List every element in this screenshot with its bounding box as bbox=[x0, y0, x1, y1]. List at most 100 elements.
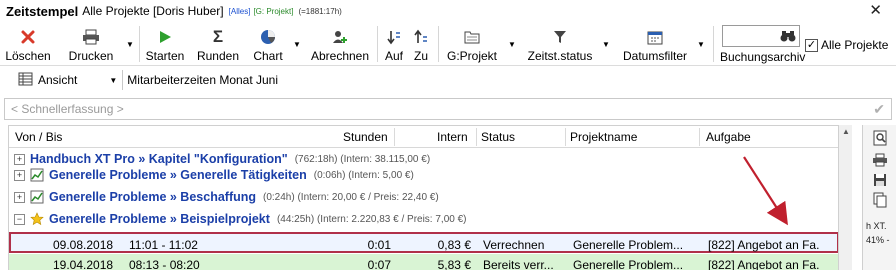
folder-icon bbox=[462, 27, 482, 47]
group-project-label: G:Projekt bbox=[446, 49, 497, 63]
entry-project: Generelle Problem... bbox=[573, 258, 684, 270]
view-dropdown-icon[interactable]: ▼ bbox=[109, 76, 117, 85]
entry-status: Bereits verr... bbox=[483, 258, 554, 270]
column-header-aufgabe[interactable]: Aufgabe bbox=[706, 130, 751, 144]
checkbox-check-icon[interactable]: ✓ bbox=[805, 38, 818, 52]
entry-status: Verrechnen bbox=[483, 238, 545, 252]
collapse-icon[interactable]: − bbox=[14, 213, 25, 225]
tag-project[interactable]: [G: Projekt] bbox=[253, 7, 293, 16]
expand-icon[interactable]: + bbox=[14, 153, 25, 165]
group-summary: (0:24h) (Intern: 20,00 € / Preis: 22,40 … bbox=[263, 191, 439, 203]
print-button[interactable]: Drucken bbox=[64, 22, 118, 66]
group-name: Generelle Probleme » Beschaffung bbox=[49, 190, 257, 204]
table-row[interactable]: 09.08.2018 11:01 - 11:02 0:01 0,83 € Ver… bbox=[9, 232, 838, 253]
delete-label: Löschen bbox=[5, 49, 51, 63]
delete-button[interactable]: Löschen bbox=[5, 22, 51, 66]
grid-header: Von / Bis Stunden Intern Status Projektn… bbox=[9, 126, 838, 148]
start-button[interactable]: Starten bbox=[144, 22, 186, 66]
scroll-up-icon[interactable]: ▲ bbox=[842, 127, 850, 136]
group-name: Generelle Probleme » Beispielprojekt bbox=[49, 212, 270, 226]
sigma-icon: Σ bbox=[212, 27, 224, 46]
group-row[interactable]: − Generelle Probleme » Beispielprojekt (… bbox=[9, 208, 838, 230]
entry-time: 08:13 - 08:20 bbox=[129, 258, 200, 270]
group-name: Generelle Probleme » Generelle Tätigkeit… bbox=[49, 168, 307, 182]
start-label: Starten bbox=[145, 49, 185, 63]
entry-time: 11:01 - 11:02 bbox=[129, 238, 198, 252]
date-dropdown-icon[interactable]: ▼ bbox=[697, 40, 705, 49]
entry-internal-cost: 0,83 € bbox=[437, 238, 471, 252]
date-filter-button[interactable]: Datumsfilter bbox=[620, 22, 690, 66]
settle-label: Abrechnen bbox=[310, 49, 370, 63]
pie-chart-icon bbox=[258, 27, 278, 47]
table-row[interactable]: 19.04.2018 08:13 - 08:20 0:07 5,83 € Ber… bbox=[9, 254, 838, 270]
group-summary: (0:06h) (Intern: 5,00 €) bbox=[313, 169, 414, 181]
toolbar-separator bbox=[438, 26, 439, 62]
collapse-button[interactable]: Zu bbox=[409, 22, 433, 66]
total-hours: (=1881:17h) bbox=[298, 6, 342, 16]
chart-button[interactable]: Chart bbox=[252, 22, 284, 66]
side-label-2: 41% - bbox=[866, 235, 890, 245]
window-title: Zeitstempel bbox=[6, 3, 79, 19]
entry-project: Generelle Problem... bbox=[573, 238, 684, 252]
group-row[interactable]: + Generelle Probleme » Beschaffung (0:24… bbox=[9, 186, 838, 208]
column-divider[interactable] bbox=[565, 128, 566, 146]
group-dropdown-icon[interactable]: ▼ bbox=[508, 40, 516, 49]
column-header-status[interactable]: Status bbox=[481, 130, 515, 144]
printer-icon bbox=[81, 27, 101, 47]
expand-icon[interactable]: + bbox=[14, 191, 25, 203]
close-icon[interactable]: ✕ bbox=[869, 1, 882, 19]
round-button[interactable]: Σ Runden bbox=[196, 22, 240, 66]
arrow-down-icon bbox=[384, 27, 404, 47]
checkmark-icon[interactable]: ✔ bbox=[873, 101, 885, 118]
column-header-projektname[interactable]: Projektname bbox=[570, 130, 637, 144]
tag-all[interactable]: [Alles] bbox=[229, 7, 251, 16]
all-projects-checkbox[interactable]: ✓ Alle Projekte bbox=[805, 38, 888, 52]
binoculars-icon[interactable] bbox=[780, 29, 796, 46]
archive-label: Buchungsarchiv bbox=[720, 50, 806, 64]
entry-hours: 0:01 bbox=[367, 238, 391, 252]
window-subtitle: Alle Projekte [Doris Huber] bbox=[82, 4, 224, 18]
copy-icon[interactable] bbox=[870, 191, 890, 209]
column-header-von-bis[interactable]: Von / Bis bbox=[15, 130, 62, 144]
view-button[interactable]: Ansicht ▼ bbox=[18, 72, 117, 89]
print-dropdown-icon[interactable]: ▼ bbox=[126, 40, 134, 49]
group-project-button[interactable]: G:Projekt bbox=[444, 22, 500, 66]
expand-label: Auf bbox=[384, 49, 403, 63]
entry-internal-cost: 5,83 € bbox=[437, 258, 471, 270]
table-icon bbox=[18, 72, 33, 89]
quick-entry-input[interactable]: < Schnellerfassung > ✔ bbox=[4, 98, 892, 120]
column-divider[interactable] bbox=[394, 128, 395, 146]
view-label: Ansicht bbox=[38, 73, 78, 87]
preview-icon[interactable] bbox=[870, 129, 890, 147]
side-label-1: h XT. bbox=[866, 221, 887, 231]
report-title: Mitarbeiterzeiten Monat Juni bbox=[127, 73, 279, 87]
column-header-stunden[interactable]: Stunden bbox=[343, 130, 388, 144]
expand-button[interactable]: Auf bbox=[382, 22, 406, 66]
chart-dropdown-icon[interactable]: ▼ bbox=[293, 40, 301, 49]
group-summary: (44:25h) (Intern: 2.220,83 € / Preis: 7,… bbox=[276, 213, 467, 225]
settle-button[interactable]: Abrechnen bbox=[310, 22, 370, 66]
status-filter-button[interactable]: Zeitst.status bbox=[525, 22, 595, 66]
entry-hours: 0:07 bbox=[367, 258, 391, 270]
settle-icon bbox=[330, 27, 350, 47]
calendar-icon bbox=[645, 27, 665, 47]
group-row[interactable]: + Generelle Probleme » Generelle Tätigke… bbox=[9, 164, 838, 186]
round-label: Runden bbox=[196, 49, 240, 63]
expand-icon[interactable]: + bbox=[14, 169, 25, 181]
toolbar-separator bbox=[377, 26, 378, 62]
view-separator bbox=[122, 70, 124, 90]
printer-icon[interactable] bbox=[870, 151, 890, 169]
column-divider[interactable] bbox=[476, 128, 477, 146]
archive-search-input[interactable] bbox=[722, 25, 800, 47]
column-divider[interactable] bbox=[699, 128, 700, 146]
status-dropdown-icon[interactable]: ▼ bbox=[602, 40, 610, 49]
save-icon[interactable] bbox=[870, 171, 890, 189]
vertical-scrollbar[interactable]: ▲ bbox=[838, 125, 852, 270]
view-bar: Ansicht ▼ Mitarbeiterzeiten Monat Juni bbox=[0, 67, 896, 93]
all-projects-label: Alle Projekte bbox=[821, 38, 889, 52]
entry-task: [822] Angebot an Fa. bbox=[708, 258, 820, 270]
column-header-intern[interactable]: Intern bbox=[437, 130, 468, 144]
quick-entry-placeholder: < Schnellerfassung > bbox=[11, 102, 124, 116]
chart-line-icon bbox=[30, 190, 44, 204]
side-panel: h XT. 41% - bbox=[862, 125, 896, 270]
